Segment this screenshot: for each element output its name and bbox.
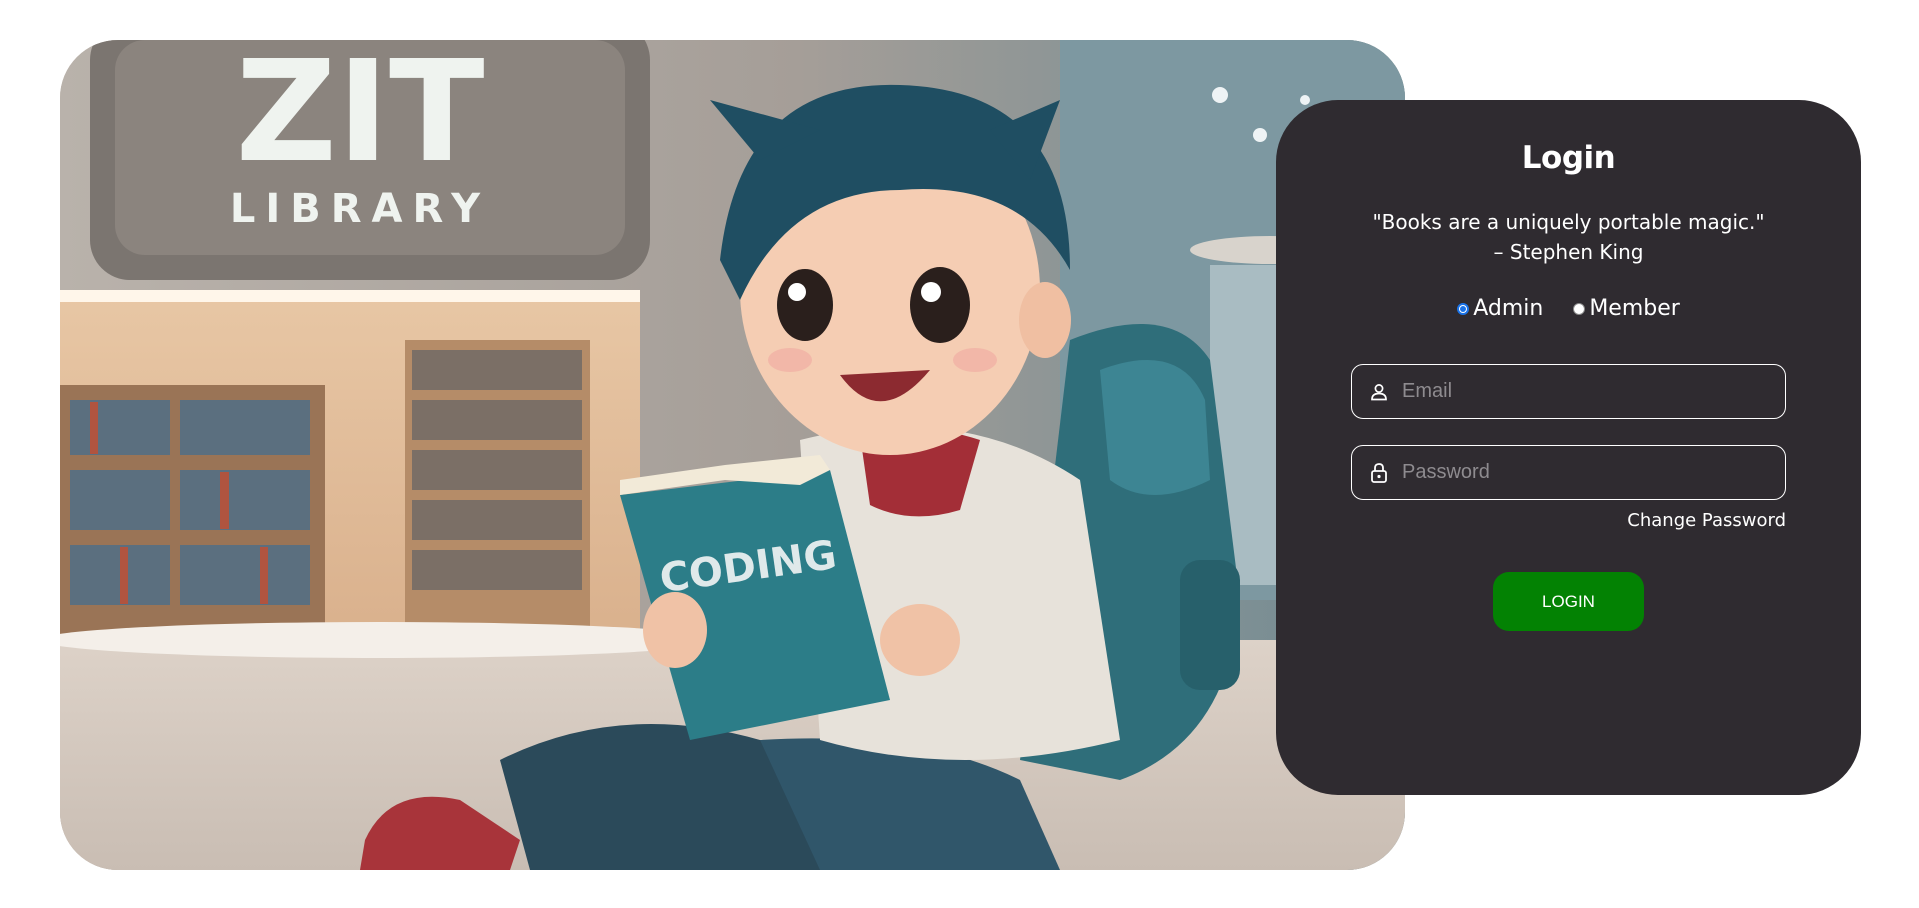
lock-icon bbox=[1368, 462, 1390, 484]
member-label: Member bbox=[1589, 296, 1680, 321]
password-input[interactable] bbox=[1400, 445, 1785, 500]
role-selector: Admin Member bbox=[1276, 296, 1861, 321]
library-illustration: ZIT LIBRARY CODING bbox=[60, 40, 1405, 870]
role-member[interactable]: Member bbox=[1573, 296, 1680, 321]
password-field[interactable] bbox=[1351, 445, 1786, 500]
admin-label: Admin bbox=[1473, 296, 1544, 321]
email-field[interactable] bbox=[1351, 364, 1786, 419]
admin-radio[interactable] bbox=[1457, 302, 1470, 315]
login-page: ZIT LIBRARY CODING Login "Books are a un… bbox=[0, 0, 1919, 908]
login-card: Login "Books are a uniquely portable mag… bbox=[1276, 100, 1861, 795]
quote-text: "Books are a uniquely portable magic." bbox=[1372, 210, 1765, 234]
login-title: Login bbox=[1521, 140, 1616, 176]
user-icon bbox=[1368, 381, 1390, 403]
quote-author: – Stephen King bbox=[1493, 240, 1644, 264]
role-admin[interactable]: Admin bbox=[1457, 296, 1543, 321]
quote: "Books are a uniquely portable magic." –… bbox=[1276, 207, 1861, 267]
sign-subtitle: LIBRARY bbox=[230, 186, 490, 232]
change-password-link[interactable]: Change Password bbox=[1627, 510, 1786, 531]
member-radio[interactable] bbox=[1573, 302, 1586, 315]
email-input[interactable] bbox=[1400, 364, 1785, 419]
hero-illustration: ZIT LIBRARY CODING bbox=[60, 40, 1405, 870]
login-button[interactable]: LOGIN bbox=[1493, 572, 1644, 631]
sign-title: ZIT bbox=[235, 40, 484, 194]
